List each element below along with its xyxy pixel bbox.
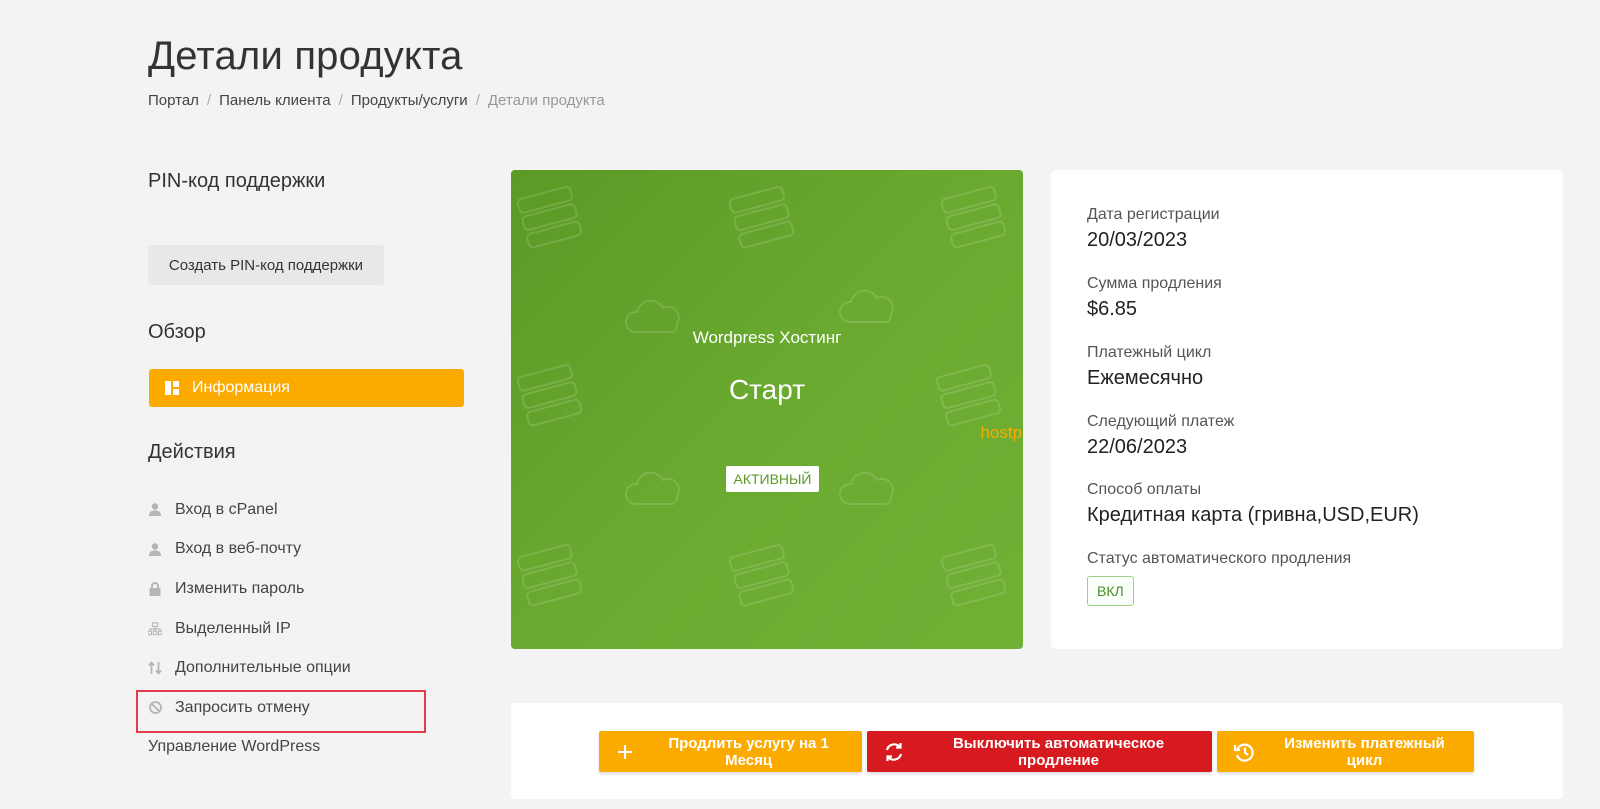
actions-list: Вход в cPanel Вход в веб-почту Изменить … [136,490,464,768]
action-bar: Продлить услугу на 1 Месяц Выключить авт… [511,703,1563,799]
breadcrumb-separator: / [338,92,343,109]
action-label: Дополнительные опции [175,659,351,677]
detail-value: Кредитная карта (гривна,USD,EUR) [1087,504,1419,526]
product-info: Wordpress Хостинг Старт hostpro.fun АКТИ… [511,170,1023,649]
page-title: Детали продукта [148,34,463,78]
action-webmail-login[interactable]: Вход в веб-почту [148,530,464,570]
action-cpanel-login[interactable]: Вход в cPanel [148,490,464,530]
dashboard-icon [165,381,179,395]
breadcrumb-portal[interactable]: Портал [148,92,199,109]
action-request-cancellation[interactable]: Запросить отмену [136,688,464,733]
button-label: Продлить услугу на 1 Месяц [668,734,829,769]
actions-section-title: Действия [148,441,236,463]
registration-date: Дата регистрации 20/03/2023 [1087,206,1220,252]
action-label: Вход в cPanel [175,500,278,518]
change-billing-cycle-button[interactable]: Изменить платежный цикл [1217,731,1474,772]
breadcrumb-current: Детали продукта [487,92,605,109]
sync-icon [883,741,905,763]
product-type: Wordpress Хостинг [692,328,842,347]
action-dedicated-ip[interactable]: Выделенный IP [148,609,464,649]
billing-cycle: Платежный цикл Ежемесячно [1087,344,1211,390]
action-label: Вход в веб-почту [175,540,302,558]
ban-icon [148,701,162,715]
button-label: Выключить автоматическое продление [952,734,1165,769]
detail-label: Следующий платеж [1087,413,1235,430]
action-label: Запросить отмену [175,698,310,716]
breadcrumb-client-panel[interactable]: Панель клиента [219,92,331,109]
payment-method: Способ оплаты Кредитная карта (гривна,US… [1087,481,1419,527]
product-domain-link[interactable]: hostpro.fun [767,423,1023,443]
sidebar-item-label: Информация [192,379,290,396]
detail-value: 20/03/2023 [1087,229,1188,251]
renew-service-button[interactable]: Продлить услугу на 1 Месяц [599,731,862,772]
overview-section-title: Обзор [148,321,206,343]
renewal-amount: Сумма продления $6.85 [1087,275,1222,321]
breadcrumb: Портал / Панель клиента / Продукты/услуг… [148,92,605,109]
user-icon [148,503,162,517]
detail-label: Дата регистрации [1087,206,1220,223]
action-label: Выделенный IP [175,619,291,637]
sort-arrows-icon [148,661,162,676]
history-icon [1233,741,1255,763]
action-label: Управление WordPress [148,738,321,756]
breadcrumb-separator: / [475,92,480,109]
plus-icon [615,741,635,763]
status-badge: АКТИВНЫЙ [726,466,819,492]
detail-value: $6.85 [1087,298,1138,320]
user-icon [148,542,162,556]
action-addons[interactable]: Дополнительные опции [148,648,464,688]
product-card: Wordpress Хостинг Старт hostpro.fun АКТИ… [511,170,1023,649]
detail-label: Способ оплаты [1087,481,1202,498]
detail-value: Ежемесячно [1087,367,1204,389]
product-name: Старт [728,374,806,405]
auto-renew-status: Статус автоматического продления ВКЛ [1087,550,1351,606]
action-manage-wordpress[interactable]: Управление WordPress [148,728,464,768]
create-pin-button[interactable]: Создать PIN-код поддержки [148,245,384,285]
auto-renew-badge: ВКЛ [1087,576,1134,606]
action-label: Изменить пароль [175,579,305,597]
detail-value: 22/06/2023 [1087,436,1188,458]
billing-details-card: Дата регистрации 20/03/2023 Сумма продле… [1051,170,1563,649]
detail-label: Статус автоматического продления [1087,550,1352,567]
breadcrumb-products[interactable]: Продукты/услуги [351,92,468,109]
pin-section-title: PIN-код поддержки [148,170,326,192]
disable-auto-renew-button[interactable]: Выключить автоматическое продление [867,731,1212,772]
detail-label: Сумма продления [1087,275,1222,292]
breadcrumb-separator: / [206,92,212,109]
sidebar-item-information[interactable]: Информация [149,369,464,407]
button-label: Изменить платежный цикл [1284,734,1445,769]
next-payment: Следующий платеж 22/06/2023 [1087,413,1234,459]
network-icon [148,621,162,636]
detail-label: Платежный цикл [1087,344,1212,361]
lock-icon [148,582,162,596]
action-change-password[interactable]: Изменить пароль [148,569,464,609]
